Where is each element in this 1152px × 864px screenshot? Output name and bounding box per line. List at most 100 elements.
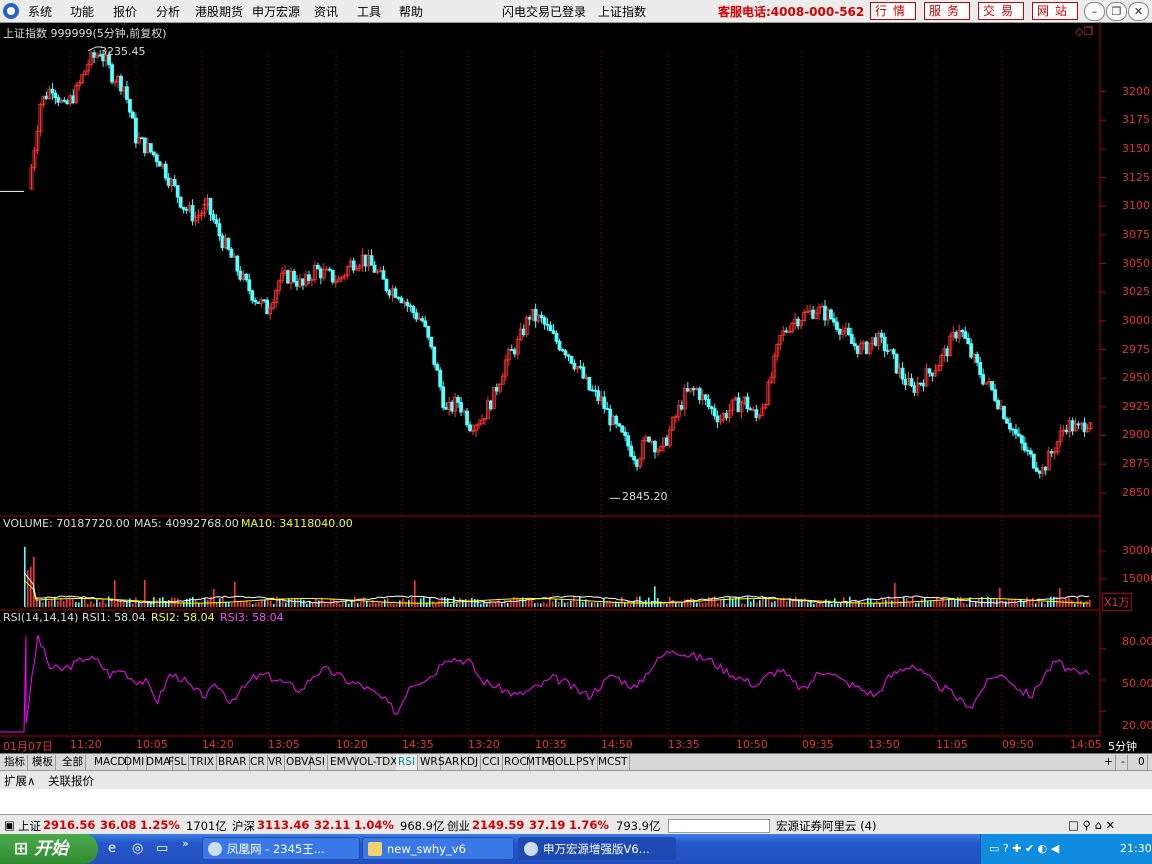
restore-icon[interactable]: ❐ (1106, 2, 1127, 21)
tab-kdj[interactable]: KDJ (458, 755, 482, 770)
server-name[interactable]: 宏源证券阿里云 (4) (776, 818, 876, 834)
trade-button[interactable]: 交易 (978, 2, 1024, 20)
candle-body (178, 196, 183, 208)
tray-icons[interactable]: ▭ ? ✚ ✔ ◐ ◀ (989, 842, 1059, 855)
market-button[interactable]: 行情 (870, 2, 916, 20)
volume-ma5-line (23, 572, 1090, 604)
tab-mcst[interactable]: MCST (596, 755, 631, 770)
close-icon[interactable]: ✕ (1128, 2, 1149, 21)
start-button[interactable]: ⊞ 开始 (0, 834, 98, 864)
minimize-icon[interactable]: – (1084, 2, 1105, 21)
candle-body (1019, 435, 1024, 444)
tab-指标[interactable]: 指标 (2, 755, 28, 770)
period-label[interactable]: 5分钟 (1108, 738, 1137, 754)
volume-bar (939, 601, 941, 607)
volume-unit[interactable]: X1万 (1102, 593, 1132, 611)
volume-bar (777, 598, 779, 607)
volume-bar (462, 600, 464, 607)
candle-body (286, 270, 290, 284)
service-button[interactable]: 服务 (924, 2, 970, 20)
candle-body (53, 92, 58, 99)
candle-body (605, 408, 610, 410)
volume-bar (333, 599, 335, 607)
browser-icon[interactable]: ◎ (132, 841, 143, 856)
menu-quote[interactable]: 报价 (113, 3, 137, 20)
tab-fsl[interactable]: FSL (166, 755, 190, 770)
more-icon[interactable]: » (182, 837, 189, 850)
candle-body (444, 407, 449, 410)
task-folder[interactable]: new_swhy_v6 (362, 837, 514, 860)
volume-bar (489, 600, 491, 607)
menu-function[interactable]: 功能 (70, 3, 94, 20)
candle-body (292, 271, 296, 282)
tab-rsi[interactable]: RSI (396, 755, 419, 770)
volume-bar (720, 599, 722, 607)
expand-button[interactable]: 扩展∧ (4, 773, 35, 789)
tab-trix[interactable]: TRIX (188, 755, 217, 770)
tab-asi[interactable]: ASI (306, 755, 328, 770)
candle-body (369, 255, 374, 266)
menu-info[interactable]: 资讯 (314, 3, 338, 20)
volume-bar (507, 602, 509, 607)
candle-body (569, 355, 574, 364)
menu-hk-futures[interactable]: 港股期货 (195, 3, 243, 20)
website-button[interactable]: 网站 (1032, 2, 1078, 20)
folder-icon (368, 842, 382, 856)
ie-icon[interactable]: e (108, 841, 116, 856)
volume-bar (591, 602, 593, 607)
cy-change: 37.19 (529, 818, 566, 832)
tab-cr[interactable]: CR (248, 755, 268, 770)
volume-bar (273, 603, 275, 607)
sh-price: 2916.56 (43, 818, 96, 832)
candle-body (548, 325, 553, 332)
volume-bar (543, 602, 545, 607)
desktop-icon[interactable]: ▭ (156, 841, 168, 856)
menu-swhy[interactable]: 申万宏源 (252, 3, 300, 20)
tab-brar[interactable]: BRAR (216, 755, 250, 770)
tab-cci[interactable]: CCI (480, 755, 503, 770)
tab-control[interactable]: - (1119, 755, 1128, 770)
candle-body (754, 409, 759, 418)
volume-bar (666, 604, 668, 607)
volume-bar (561, 599, 563, 607)
task-ifeng[interactable]: 凤凰网 - 2345王... (202, 837, 360, 860)
task-swhy[interactable]: 申万宏源增强版V6... (518, 837, 676, 860)
candle-body (396, 296, 401, 299)
candle-body (930, 372, 935, 377)
volume-bar (684, 599, 686, 607)
volume-bar (1086, 601, 1088, 607)
x-axis-label: 10:20 (336, 738, 368, 751)
volume-bar (1071, 600, 1073, 607)
panel-options-icon[interactable]: ◇❐ (1075, 25, 1093, 38)
menu-system[interactable]: 系统 (28, 3, 52, 20)
cy-amount: 793.9亿 (616, 819, 661, 833)
candle-body (148, 143, 153, 153)
candle-body (405, 301, 410, 307)
tab-模板[interactable]: 模板 (30, 755, 56, 770)
volume-bar (750, 601, 752, 607)
candle-body (832, 318, 836, 323)
candle-body (71, 95, 76, 104)
tab-control[interactable]: + (1102, 755, 1116, 770)
volume-bar (411, 597, 413, 607)
volume-bar (459, 597, 461, 607)
menu-tools[interactable]: 工具 (357, 3, 381, 20)
tab-psy[interactable]: PSY (574, 755, 599, 770)
rsi-label: RSI(14,14,14) (3, 611, 79, 624)
tab-control[interactable]: 0 (1136, 755, 1148, 770)
tab-全部[interactable]: 全部 (60, 755, 86, 770)
kline-chart[interactable] (0, 22, 1152, 752)
volume-bar (372, 599, 374, 607)
menu-analysis[interactable]: 分析 (156, 3, 180, 20)
tab-vol-tdx[interactable]: VOL-TDX (350, 755, 401, 770)
menu-help[interactable]: 帮助 (399, 3, 423, 20)
hs-amount: 968.9亿 (400, 819, 445, 833)
tab-vr[interactable]: VR (266, 755, 286, 770)
candle-body (846, 327, 851, 335)
candle-body (623, 431, 628, 437)
candle-body (620, 425, 625, 433)
volume-bar (876, 600, 878, 607)
candle-body (441, 386, 446, 408)
volume-bar (51, 599, 53, 607)
related-quote-button[interactable]: 关联报价 (48, 773, 94, 789)
